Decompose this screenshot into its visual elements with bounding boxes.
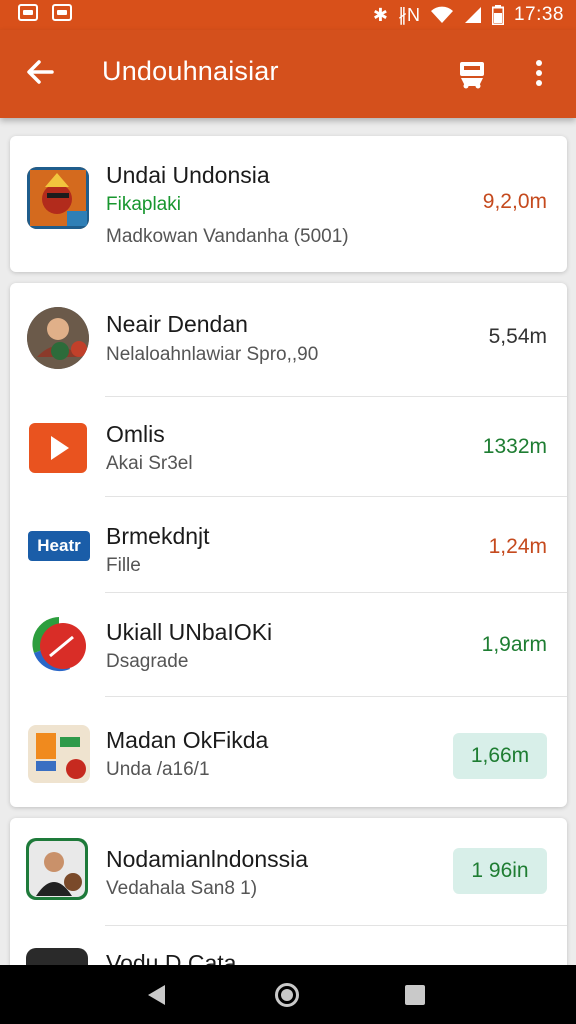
app-subtitle: Dsagrade <box>106 651 189 672</box>
app-icon-label: Heatr <box>37 536 81 555</box>
app-title: Madan OkFikda <box>106 727 269 753</box>
app-icon: Heatr <box>28 531 90 561</box>
app-size-pill[interactable]: 1 96in <box>453 848 547 894</box>
signal-text: ∦N <box>397 4 420 25</box>
wifi-icon <box>430 6 453 23</box>
app-subtitle: Unda /a16/1 <box>106 759 210 780</box>
notification-icon <box>18 4 38 21</box>
app-size-pill[interactable]: 1,66m <box>453 733 547 779</box>
clock: 17:38 <box>513 4 564 25</box>
app-title: Omlis <box>106 421 165 447</box>
message-icon <box>52 4 72 21</box>
app-subtitle: Akai Sr3el <box>106 453 193 474</box>
page-title: Undouhnaisiar <box>102 56 279 86</box>
more-options-icon[interactable] <box>524 56 554 90</box>
download-queue-icon[interactable] <box>455 56 489 90</box>
list-item[interactable]: Heatr Brmekdnjt Fille 1,24m <box>10 497 567 593</box>
list-item[interactable]: Ukiall UNbaIOKi Dsagrade 1,9arm <box>10 593 567 697</box>
app-icon <box>28 725 90 783</box>
featured-size: 9,2,0m <box>482 190 547 213</box>
list-item[interactable]: Madan OkFikda Unda /a16/1 1,66m <box>10 697 567 807</box>
back-arrow-icon[interactable] <box>22 54 58 90</box>
app-size: 1332m <box>482 435 547 458</box>
nav-back-icon[interactable] <box>148 985 165 1005</box>
app-bar: Undouhnaisiar <box>0 30 576 118</box>
app-icon <box>30 615 88 673</box>
app-icon <box>27 307 89 369</box>
app-subtitle: Nelaloahnlawiar Spro,,90 <box>106 344 319 365</box>
featured-title: Undai Undonsia <box>106 162 270 188</box>
app-title: Ukiall UNbaIOKi <box>106 619 273 645</box>
more-apps-card: Nodamianlndonssia Vedahala San8 1) 1 96i… <box>10 818 567 978</box>
app-size: 5,54m <box>488 325 547 348</box>
list-item[interactable]: Nodamianlndonssia Vedahala San8 1) 1 96i… <box>10 818 567 926</box>
app-title: Neair Dendan <box>106 311 248 337</box>
play-icon <box>29 423 87 473</box>
list-item[interactable]: Omlis Akai Sr3el 1332m <box>10 397 567 497</box>
app-subtitle: Vedahala San8 1) <box>106 878 258 899</box>
cell-signal-icon <box>464 7 481 23</box>
app-list-card: Neair Dendan Nelaloahnlawiar Spro,,90 5,… <box>10 283 567 807</box>
app-size: 1,9arm <box>481 633 547 656</box>
list-item[interactable]: Neair Dendan Nelaloahnlawiar Spro,,90 5,… <box>10 283 567 397</box>
nav-recents-icon[interactable] <box>405 985 425 1005</box>
featured-app-icon <box>27 167 89 229</box>
featured-category: Fikaplaki <box>106 194 181 215</box>
system-nav-bar <box>0 965 576 1024</box>
app-title: Nodamianlndonssia <box>106 846 309 872</box>
app-size: 1,24m <box>488 535 547 558</box>
app-subtitle: Fille <box>106 555 141 576</box>
featured-detail: Madkowan Vandanha (5001) <box>106 226 349 247</box>
bluetooth-icon: ✱ <box>372 4 388 25</box>
battery-icon <box>491 5 504 25</box>
status-bar: ✱ ∦N 17:38 <box>0 0 576 30</box>
app-title: Brmekdnjt <box>106 523 210 549</box>
nav-home-icon[interactable] <box>275 983 299 1007</box>
app-icon <box>26 838 88 900</box>
featured-card[interactable]: Undai Undonsia Fikaplaki Madkowan Vandan… <box>10 136 567 272</box>
